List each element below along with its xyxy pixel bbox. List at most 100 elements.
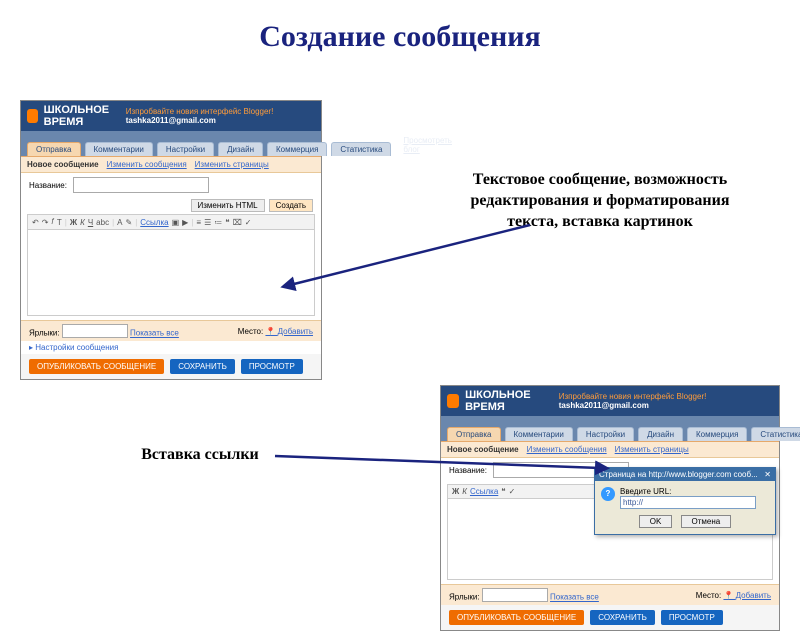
video-icon[interactable]: ▶ — [182, 218, 188, 227]
tab-comments[interactable]: Комментарии — [85, 142, 153, 156]
subtab-pages[interactable]: Изменить страницы — [195, 160, 269, 169]
clear-icon[interactable]: ⌧ — [233, 218, 242, 227]
editor-area[interactable] — [27, 230, 315, 316]
ok-button[interactable]: OK — [639, 515, 673, 528]
tab-send[interactable]: Отправка — [27, 142, 81, 156]
highlight-icon[interactable]: ✎ — [126, 218, 133, 227]
quote-icon-2[interactable]: ❝ — [501, 487, 505, 496]
image-icon[interactable]: ▣ — [172, 218, 180, 227]
save-button[interactable]: СОХРАНИТЬ — [170, 359, 235, 374]
tab-send-2[interactable]: Отправка — [447, 427, 501, 441]
spell-icon[interactable]: ✓ — [245, 218, 252, 227]
subtab-new[interactable]: Новое сообщение — [27, 160, 99, 169]
tags-label-2: Ярлыки: — [449, 593, 480, 602]
title-input[interactable] — [73, 177, 209, 193]
location-label: Место: — [238, 327, 263, 336]
tab-comments-2[interactable]: Комментарии — [505, 427, 573, 441]
preview-button[interactable]: ПРОСМОТР — [241, 359, 303, 374]
title-row: Название: — [21, 173, 321, 197]
show-all-link[interactable]: Показать все — [130, 329, 179, 338]
tags-label: Ярлыки: — [29, 329, 60, 338]
caption-right: Текстовое сообщение, возможность редакти… — [470, 170, 730, 232]
tab-design-2[interactable]: Дизайн — [638, 427, 683, 441]
strike-icon[interactable]: abc — [96, 218, 109, 227]
numlist-icon[interactable]: ≔ — [214, 218, 222, 227]
italic-icon-2[interactable]: К — [462, 487, 467, 496]
align-icon[interactable]: ≡ — [196, 218, 201, 227]
blogger-header-2: ШКОЛЬНОЕ ВРЕМЯ Изпробвайте новия интерфе… — [441, 386, 779, 416]
tab-row-2: Отправка Комментарии Настройки Дизайн Ко… — [441, 416, 779, 442]
post-settings-link[interactable]: ▸ Настройки сообщения — [21, 341, 321, 354]
mode-row: Изменить HTML Создать — [21, 197, 321, 214]
view-blog-link[interactable]: Просмотреть блог — [395, 134, 460, 156]
subtab-edit[interactable]: Изменить сообщения — [107, 160, 187, 169]
tab-stats[interactable]: Статистика — [331, 142, 391, 156]
redo-icon[interactable]: ↷ — [42, 218, 49, 227]
preview-button-2[interactable]: ПРОСМОТР — [661, 610, 723, 625]
add-location-link-2[interactable]: 📍 Добавить — [723, 591, 771, 600]
dialog-title: Страница на http://www.blogger.com сооб.… — [599, 470, 758, 479]
url-input[interactable] — [620, 496, 756, 509]
save-button-2[interactable]: СОХРАНИТЬ — [590, 610, 655, 625]
dialog-prompt: Введите URL: — [620, 487, 756, 496]
blogger-logo-icon-2 — [447, 394, 459, 408]
show-all-link-2[interactable]: Показать все — [550, 593, 599, 602]
tab-commerce[interactable]: Коммерция — [267, 142, 327, 156]
blogger-logo-icon — [27, 109, 38, 123]
font-icon[interactable]: 𝑓 — [51, 217, 54, 227]
subtab-edit-2[interactable]: Изменить сообщения — [527, 445, 607, 454]
title-label-2: Название: — [449, 466, 487, 475]
undo-icon[interactable]: ↶ — [32, 218, 39, 227]
publish-button-2[interactable]: ОПУБЛИКОВАТЬ СООБЩЕНИЕ — [449, 610, 584, 625]
tab-row: Отправка Комментарии Настройки Дизайн Ко… — [21, 131, 321, 157]
mode-html[interactable]: Изменить HTML — [191, 199, 265, 212]
blogger-screenshot-2: ШКОЛЬНОЕ ВРЕМЯ Изпробвайте новия интерфе… — [440, 385, 780, 631]
tab-commerce-2[interactable]: Коммерция — [687, 427, 747, 441]
site-title: ШКОЛЬНОЕ ВРЕМЯ — [44, 104, 126, 128]
try-link-2[interactable]: Изпробвайте новия интерфейс Blogger! — [559, 392, 707, 401]
tab-settings-2[interactable]: Настройки — [577, 427, 634, 441]
location-label-2: Место: — [696, 591, 721, 600]
toolbar: ↶ ↷ 𝑓 T | Ж К Ч abc | А ✎ | Ссылка ▣ ▶ |… — [27, 214, 315, 230]
add-location-link[interactable]: 📍 Добавить — [265, 327, 313, 336]
site-title-2: ШКОЛЬНОЕ ВРЕМЯ — [465, 389, 559, 413]
try-link[interactable]: Изпробвайте новия интерфейс Blogger! — [126, 107, 274, 116]
spell-icon-2[interactable]: ✓ — [509, 487, 516, 496]
subtab-new-2[interactable]: Новое сообщение — [447, 445, 519, 454]
title-label: Название: — [29, 181, 67, 190]
editor-area-2[interactable]: Страница на http://www.blogger.com сооб.… — [447, 499, 773, 580]
action-row: ОПУБЛИКОВАТЬ СООБЩЕНИЕ СОХРАНИТЬ ПРОСМОТ… — [21, 354, 321, 379]
dialog-titlebar: Страница на http://www.blogger.com сооб.… — [595, 468, 775, 481]
link-button-2[interactable]: Ссылка — [470, 487, 498, 496]
tab-design[interactable]: Дизайн — [218, 142, 263, 156]
tags-input[interactable] — [62, 324, 128, 338]
quote-icon[interactable]: ❝ — [225, 218, 229, 227]
close-button[interactable]: ✕ — [764, 470, 771, 479]
blogger-brand-2: ШКОЛЬНОЕ ВРЕМЯ — [447, 389, 559, 413]
italic-icon[interactable]: К — [80, 218, 85, 227]
user-area-2: Изпробвайте новия интерфейс Blogger! tas… — [559, 392, 773, 410]
bold-icon[interactable]: Ж — [70, 218, 77, 227]
underline-icon[interactable]: Ч — [88, 218, 93, 227]
user-email-2: tashka2011@gmail.com — [559, 401, 649, 410]
subtab-row-2: Новое сообщение Изменить сообщения Измен… — [441, 442, 779, 458]
size-icon[interactable]: T — [57, 218, 62, 227]
subtab-row: Новое сообщение Изменить сообщения Измен… — [21, 157, 321, 173]
blogger-header: ШКОЛЬНОЕ ВРЕМЯ Изпробвайте новия интерфе… — [21, 101, 321, 131]
bottom-row: Ярлыки: Показать все Место: 📍 Добавить — [21, 320, 321, 341]
tab-stats-2[interactable]: Статистика — [751, 427, 800, 441]
tab-settings[interactable]: Настройки — [157, 142, 214, 156]
color-icon[interactable]: А — [117, 218, 122, 227]
question-icon: ? — [601, 487, 615, 501]
user-email: tashka2011@gmail.com — [126, 116, 216, 125]
mode-compose[interactable]: Создать — [269, 199, 313, 212]
list-icon[interactable]: ☰ — [204, 218, 211, 227]
cancel-button[interactable]: Отмена — [681, 515, 732, 528]
publish-button[interactable]: ОПУБЛИКОВАТЬ СООБЩЕНИЕ — [29, 359, 164, 374]
subtab-pages-2[interactable]: Изменить страницы — [615, 445, 689, 454]
bold-icon-2[interactable]: Ж — [452, 487, 459, 496]
link-button[interactable]: Ссылка — [140, 218, 168, 227]
blogger-screenshot-1: ШКОЛЬНОЕ ВРЕМЯ Изпробвайте новия интерфе… — [20, 100, 322, 380]
bottom-row-2: Ярлыки: Показать все Место: 📍 Добавить — [441, 584, 779, 605]
caption-left: Вставка ссылки — [100, 445, 300, 466]
